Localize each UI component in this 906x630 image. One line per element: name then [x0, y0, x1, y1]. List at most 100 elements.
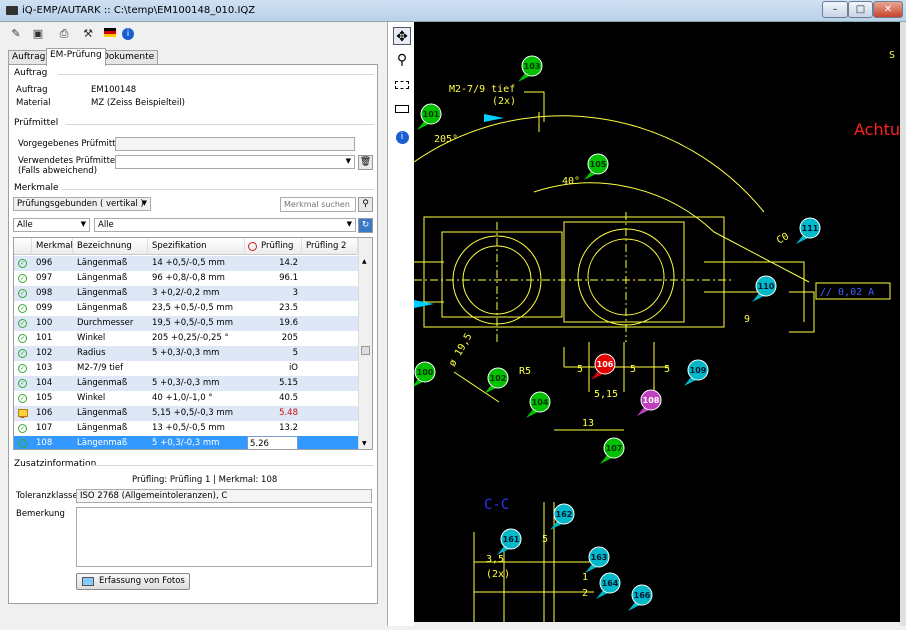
cell-p1[interactable]: 5.48	[247, 406, 298, 421]
balloon-101[interactable]: 101	[417, 103, 442, 130]
cell-p1[interactable]: 14.2	[247, 256, 298, 271]
fit-page-icon[interactable]	[393, 100, 411, 118]
cell-p1[interactable]: 40.5	[247, 391, 298, 406]
cell-p1[interactable]: 5	[247, 346, 298, 361]
cell-p1[interactable]: 5.26	[247, 436, 298, 449]
cell-p1[interactable]: iO	[247, 361, 298, 376]
scroll-down-icon[interactable]: ▼	[362, 440, 367, 447]
balloon-110[interactable]: 110	[752, 275, 777, 302]
cell-p2[interactable]	[306, 436, 356, 449]
table-row[interactable]: ✓ 098 Längenmaß 3 +0,2/-0,2 mm 3	[14, 286, 358, 301]
column-bezeichnung[interactable]: Bezeichnung	[73, 238, 148, 255]
cell-spec: 14 +0,5/-0,5 mm	[152, 258, 225, 268]
mode-select[interactable]: Prüfungsgebunden ( vertikal ) ▼	[13, 197, 151, 211]
table-row[interactable]: ✓ 102 Radius 5 +0,3/-0,3 mm 5	[14, 346, 358, 361]
close-button[interactable]: ✕	[873, 1, 903, 18]
balloon-105[interactable]: 105	[584, 153, 609, 180]
info-icon[interactable]: i	[122, 28, 134, 40]
refresh-icon[interactable]: ↻	[358, 218, 373, 233]
merkmal-table: Merkmal Bezeichnung Spezifikation Prüfli…	[13, 237, 373, 450]
table-row[interactable]: ✓ 099 Längenmaß 23,5 +0,5/-0,5 mm 23.5	[14, 301, 358, 316]
cell-p2[interactable]	[306, 346, 356, 361]
table-row[interactable]: ✓ 096 Längenmaß 14 +0,5/-0,5 mm 14.2	[14, 256, 358, 271]
filter2-select[interactable]: Alle ▼	[94, 218, 356, 232]
table-row[interactable]: ✓ 100 Durchmesser 19,5 +0,5/-0,5 mm 19.6	[14, 316, 358, 331]
column-spezifikation[interactable]: Spezifikation	[148, 238, 245, 255]
cell-p1[interactable]: 5.15	[247, 376, 298, 391]
language-flag-icon[interactable]	[102, 26, 118, 42]
cell-p2[interactable]	[306, 406, 356, 421]
cell-p1[interactable]: 19.6	[247, 316, 298, 331]
cell-p2[interactable]	[306, 391, 356, 406]
table-row[interactable]: ✓ 107 Längenmaß 13 +0,5/-0,5 mm 13.2	[14, 421, 358, 436]
balloon-109[interactable]: 109	[684, 359, 709, 386]
table-row[interactable]: ✓ 097 Längenmaß 96 +0,8/-0,8 mm 96.1	[14, 271, 358, 286]
balloon-107[interactable]: 107	[600, 437, 625, 464]
verwendet-select[interactable]: ▼	[115, 155, 355, 169]
zoom-icon[interactable]: ⚲	[393, 51, 411, 69]
cell-p1[interactable]: 3	[247, 286, 298, 301]
cell-p1[interactable]: 205	[247, 331, 298, 346]
balloon-164[interactable]: 164	[596, 572, 621, 599]
status-ok-icon: ✓	[18, 379, 27, 388]
cell-p2[interactable]	[306, 286, 356, 301]
cell-p2[interactable]	[306, 271, 356, 286]
cell-p2[interactable]	[306, 316, 356, 331]
maximize-button[interactable]: □	[848, 1, 873, 18]
drawing-viewer[interactable]: M2-7/9 tief (2x) 205° 40° 5 5 5 5,15 13 …	[414, 22, 900, 622]
right-block	[563, 221, 685, 323]
cell-p2[interactable]	[306, 256, 356, 271]
filter1-select[interactable]: Alle ▼	[13, 218, 90, 232]
merkmal-search-input[interactable]	[280, 197, 356, 212]
column-status[interactable]	[14, 238, 32, 255]
zoom-rectangle-icon[interactable]	[393, 76, 411, 94]
table-row[interactable]: ✓ 104 Längenmaß 5 +0,3/-0,3 mm 5.15	[14, 376, 358, 391]
cell-p2[interactable]	[306, 331, 356, 346]
tab-em-pruefung[interactable]: EM-Prüfung	[46, 48, 106, 66]
balloon-111[interactable]: 111	[796, 217, 821, 244]
minimize-button[interactable]: –	[822, 1, 848, 18]
svg-text:110: 110	[758, 282, 775, 291]
vorgegeben-field	[115, 137, 355, 151]
balloon-161[interactable]: 161	[497, 528, 522, 555]
column-pruefling2[interactable]: Prüfling 2	[302, 238, 358, 255]
divider	[58, 74, 374, 75]
cell-p1[interactable]: 96.1	[247, 271, 298, 286]
search-icon[interactable]: ⚲	[358, 197, 373, 212]
balloon-163[interactable]: 163	[585, 546, 610, 573]
scroll-thumb[interactable]	[361, 346, 370, 355]
column-merkmal[interactable]: Merkmal	[32, 238, 73, 255]
cell-p2[interactable]	[306, 376, 356, 391]
pan-icon[interactable]: ✥	[393, 27, 411, 45]
open-icon[interactable]: ✎	[8, 26, 24, 42]
table-scrollbar[interactable]: ▲ ▼	[358, 238, 372, 449]
svg-text:101: 101	[423, 110, 440, 119]
cell-p2[interactable]	[306, 421, 356, 436]
save-icon[interactable]: ▣	[30, 26, 46, 42]
balloon-100[interactable]: 100	[414, 361, 436, 388]
table-row[interactable]: ✓ 105 Winkel 40 +1,0/-1,0 ° 40.5	[14, 391, 358, 406]
column-pruefling1[interactable]: Prüfling 1	[245, 238, 302, 268]
balloon-102[interactable]: 102	[484, 367, 509, 394]
cell-p1[interactable]: 13.2	[247, 421, 298, 436]
table-row[interactable]: ×106Längenmaß5,15 +0,5/-0,3 mm5.48	[14, 406, 358, 421]
balloon-108[interactable]: 108	[637, 389, 662, 416]
scroll-up-icon[interactable]: ▲	[362, 258, 367, 265]
cell-p2[interactable]	[306, 361, 356, 376]
balloon-166[interactable]: 166	[628, 584, 653, 611]
print-icon[interactable]: ⎙	[56, 26, 72, 42]
cell-p2[interactable]	[306, 301, 356, 316]
table-row[interactable]: ✓ 103 M2-7/9 tief iO	[14, 361, 358, 376]
table-row[interactable]: ✓ 101 Winkel 205 +0,25/-0,25 ° 205	[14, 331, 358, 346]
balloon-103[interactable]: 103	[518, 55, 543, 82]
fotos-button[interactable]: Erfassung von Fotos	[76, 573, 190, 590]
tab-dokumente[interactable]: Dokumente	[98, 50, 159, 65]
cell-p1[interactable]: 23.5	[247, 301, 298, 316]
bemerkung-textarea[interactable]	[76, 507, 372, 567]
table-row[interactable]: ✓ 108 Längenmaß 5 +0,3/-0,3 mm 5.26	[14, 436, 358, 449]
balloon-104[interactable]: 104	[526, 391, 551, 418]
tools-icon[interactable]: ⚒	[80, 26, 96, 42]
delete-icon[interactable]: 🗑	[358, 155, 373, 170]
viewer-info-icon[interactable]: i	[393, 126, 411, 144]
tab-auftrag[interactable]: Auftrag	[8, 50, 50, 65]
